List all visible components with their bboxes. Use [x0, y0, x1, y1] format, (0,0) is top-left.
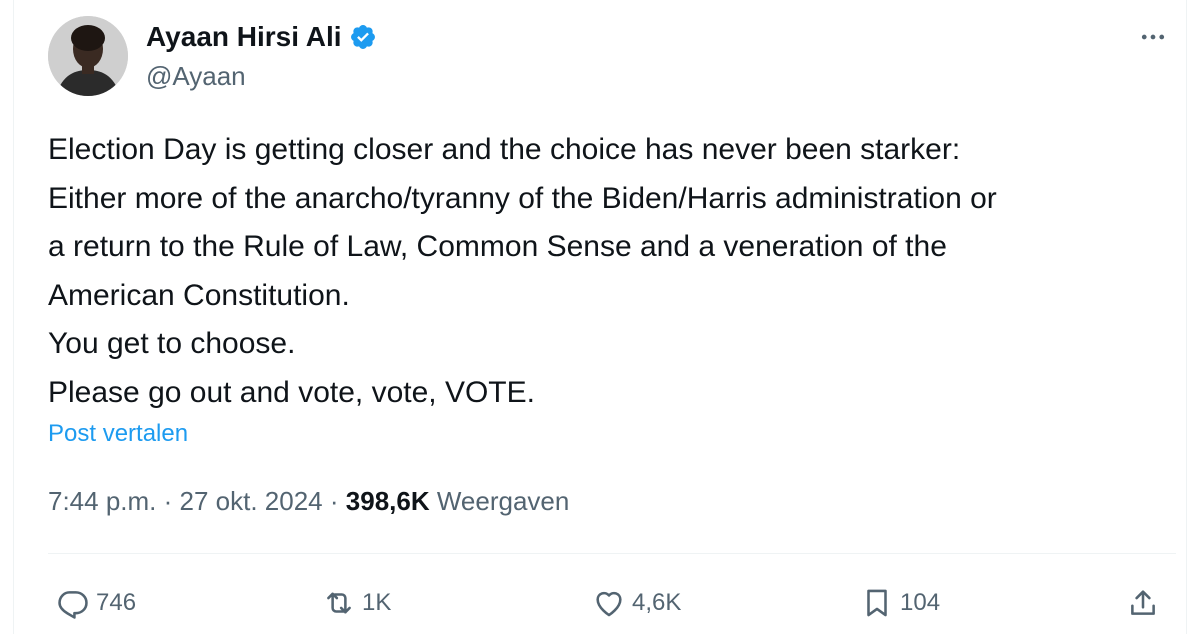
bookmark-count: 104	[900, 589, 941, 616]
like-button[interactable]: 4,6K	[592, 580, 681, 626]
share-icon	[1131, 590, 1155, 615]
author-display-name[interactable]: Ayaan Hirsi Ali	[146, 20, 377, 54]
meta-separator: ·	[163, 486, 180, 516]
reply-count: 746	[96, 589, 137, 616]
tweet-line: You get to choose.	[48, 327, 296, 360]
tweet-metadata: 7:44 p.m. · 27 okt. 2024 · 398,6K Weerga…	[48, 484, 569, 518]
bookmark-button[interactable]: 104	[860, 580, 940, 626]
reply-button[interactable]: 746	[56, 580, 136, 626]
views-count: 398,6K	[345, 486, 430, 516]
translate-post-link[interactable]: Post vertalen	[48, 419, 188, 449]
reply-icon	[58, 591, 88, 619]
meta-separator: ·	[329, 486, 346, 516]
author-handle[interactable]: @Ayaan	[146, 60, 246, 92]
right-border	[1186, 0, 1187, 634]
verified-badge-icon[interactable]	[349, 23, 377, 51]
tweet-line: American Constitution.	[48, 278, 350, 312]
tweet-line: a return to the Rule of Law, Common Sens…	[48, 230, 947, 263]
like-count: 4,6K	[632, 589, 682, 616]
tweet-line: Please go out and vote, vote, VOTE.	[48, 375, 535, 409]
tweet-text: Election Day is getting closer and the c…	[48, 126, 1183, 417]
more-options-icon[interactable]	[1136, 20, 1170, 54]
repost-button[interactable]: 1K	[322, 580, 391, 626]
repost-icon	[327, 592, 351, 614]
tweet-time[interactable]: 7:44 p.m.	[48, 486, 156, 516]
repost-count: 1K	[362, 589, 392, 616]
divider	[48, 553, 1176, 554]
tweet-line: Election Day is getting closer and the c…	[48, 133, 961, 166]
action-bar: 746 1K 4,6K 104	[0, 580, 1200, 626]
bookmark-icon	[867, 589, 887, 617]
views-label: Weergaven	[436, 486, 570, 516]
profile-photo-icon	[48, 16, 128, 96]
tweet-date[interactable]: 27 okt. 2024	[180, 486, 323, 516]
left-border	[13, 0, 14, 634]
tweet-line: Either more of the anarcho/tyranny of th…	[48, 181, 997, 215]
heart-icon	[596, 591, 622, 617]
avatar[interactable]	[48, 16, 128, 96]
author-name-text[interactable]: Ayaan Hirsi Ali	[146, 20, 342, 54]
share-button[interactable]	[1126, 580, 1160, 626]
